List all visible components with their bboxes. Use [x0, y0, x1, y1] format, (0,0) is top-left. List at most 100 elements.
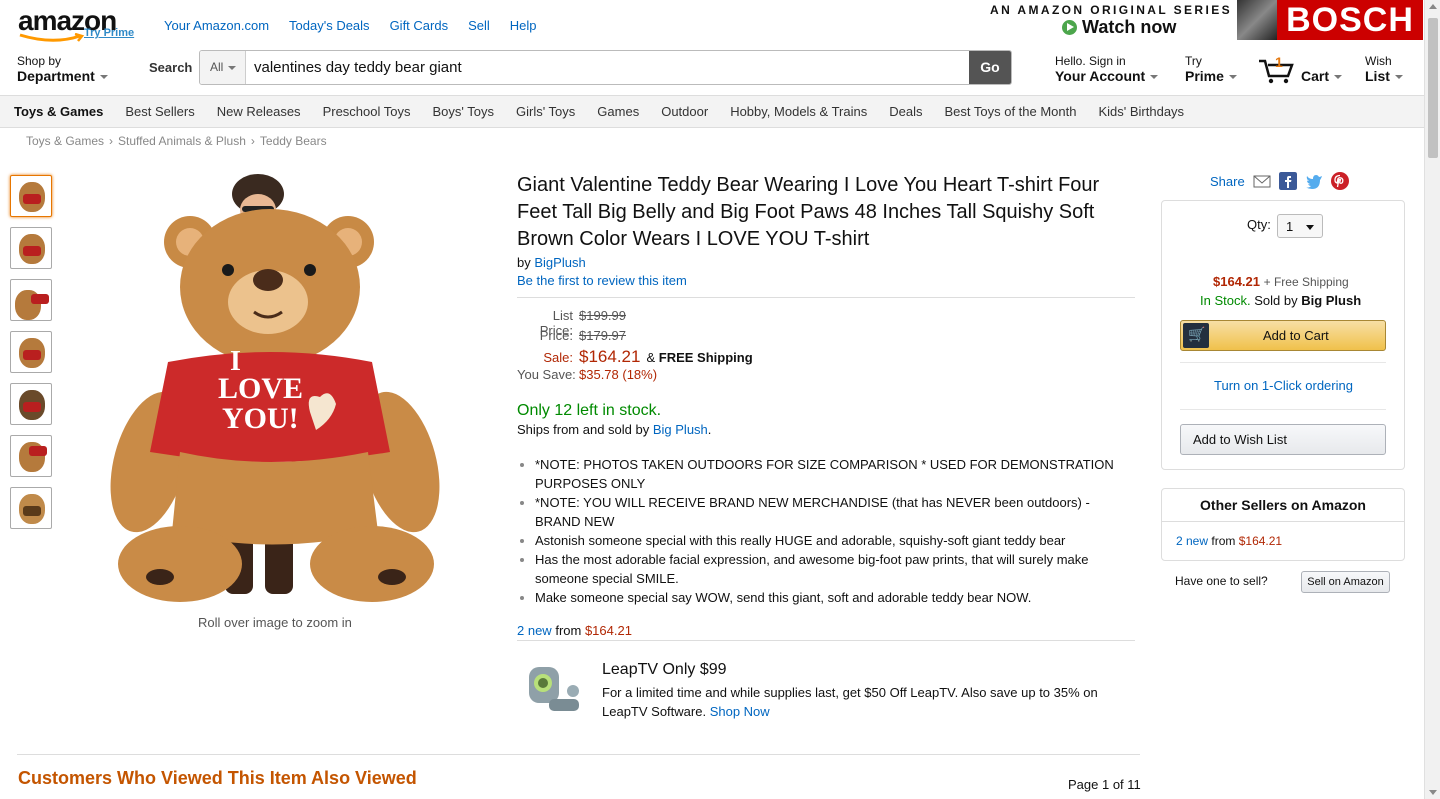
one-click-link[interactable]: Turn on 1-Click ordering [1214, 378, 1353, 393]
thumbnail[interactable] [10, 383, 52, 425]
by-label: by [517, 255, 531, 270]
quantity-select[interactable]: 1 [1277, 214, 1323, 238]
shop-now-link[interactable]: Shop Now [710, 704, 770, 719]
cart-icon [1183, 323, 1209, 348]
search-category-dropdown[interactable]: All [200, 51, 246, 84]
sell-link[interactable]: Sell [468, 18, 490, 33]
share-label[interactable]: Share [1210, 174, 1245, 189]
todays-deals-link[interactable]: Today's Deals [289, 18, 370, 33]
divider [17, 754, 1140, 755]
wish-small: Wish [1365, 54, 1392, 68]
buybox-shipping: + Free Shipping [1263, 275, 1349, 289]
buybox-stock: In Stock. Sold by Big Plush [1200, 293, 1361, 308]
cart-label-wrap: Cart [1301, 68, 1343, 84]
scroll-down-icon[interactable] [1429, 790, 1437, 795]
cat-outdoor[interactable]: Outdoor [661, 104, 708, 119]
chevron-down-icon [1306, 225, 1314, 230]
image-thumbnails [10, 175, 52, 539]
cat-boys-toys[interactable]: Boys' Toys [432, 104, 494, 119]
price-row: Price: $179.97 [517, 328, 1137, 348]
cat-games[interactable]: Games [597, 104, 639, 119]
wish-bold: List [1365, 68, 1390, 84]
leaptv-promo: LeapTV Only $99 For a limited time and w… [517, 640, 1135, 740]
seller-link[interactable]: Big Plush [653, 422, 708, 437]
thumbnail[interactable] [10, 175, 52, 217]
add-to-cart-button[interactable]: Add to Cart [1180, 320, 1386, 351]
top-links: Your Amazon.com Today's Deals Gift Cards… [164, 18, 537, 33]
category-bar: Toys & Games Best Sellers New Releases P… [0, 96, 1424, 128]
new-offers-link[interactable]: 2 new [517, 623, 552, 638]
thumbnail[interactable] [10, 331, 52, 373]
new-from-price: $164.21 [584, 623, 632, 638]
leaptv-image[interactable] [525, 661, 585, 723]
other-sellers-link[interactable]: 2 new [1176, 534, 1208, 548]
search-go-button[interactable]: Go [969, 51, 1011, 84]
chevron-down-icon [99, 75, 108, 80]
pinterest-icon[interactable] [1330, 172, 1349, 190]
gift-cards-link[interactable]: Gift Cards [390, 18, 449, 33]
email-icon[interactable] [1253, 172, 1271, 190]
leaptv-desc-text: For a limited time and while supplies la… [602, 685, 1098, 719]
divider [517, 297, 1135, 298]
product-title: Giant Valentine Teddy Bear Wearing I Lov… [517, 174, 1100, 250]
price-label: Price: [539, 327, 573, 343]
bosch-promo-banner[interactable]: AN AMAZON ORIGINAL SERIES Watch now BOSC… [982, 0, 1423, 40]
cat-hobby[interactable]: Hobby, Models & Trains [730, 104, 867, 119]
thumbnail[interactable] [10, 487, 52, 529]
list-price: $199.99 [579, 308, 626, 323]
account-menu[interactable]: Hello. Sign in Your Account [1055, 54, 1159, 84]
scroll-thumb[interactable] [1428, 18, 1438, 158]
search-label: Search [149, 60, 193, 75]
sale-row: Sale: $164.21 & FREE Shipping [517, 347, 1137, 367]
review-link[interactable]: Be the first to review this item [517, 273, 1137, 288]
facebook-icon[interactable] [1278, 172, 1297, 190]
search-bar: All Go [199, 50, 1012, 85]
breadcrumb-item[interactable]: Teddy Bears [260, 134, 327, 148]
cat-deals[interactable]: Deals [889, 104, 922, 119]
sell-on-amazon-button[interactable]: Sell on Amazon [1301, 571, 1390, 593]
feature-bullet: Astonish someone special with this reall… [535, 531, 1135, 550]
ships-post: . [707, 422, 712, 437]
your-amazon-link[interactable]: Your Amazon.com [164, 18, 269, 33]
cat-toys-games[interactable]: Toys & Games [14, 104, 103, 119]
promo-brand: BOSCH [1277, 0, 1423, 40]
sale-label: Sale: [543, 350, 573, 365]
cat-kids-birthdays[interactable]: Kids' Birthdays [1098, 104, 1184, 119]
feature-bullet: *NOTE: PHOTOS TAKEN OUTDOORS FOR SIZE CO… [535, 455, 1135, 493]
cat-preschool-toys[interactable]: Preschool Toys [323, 104, 411, 119]
shop-by-department[interactable]: Shop by Department [17, 54, 108, 84]
cat-girls-toys[interactable]: Girls' Toys [516, 104, 575, 119]
thumbnail[interactable] [10, 227, 52, 269]
vertical-scrollbar[interactable] [1424, 0, 1440, 799]
cat-best-sellers[interactable]: Best Sellers [125, 104, 194, 119]
breadcrumb-item[interactable]: Toys & Games [26, 134, 104, 148]
twitter-icon[interactable] [1305, 172, 1323, 190]
cart-count: 1 [1275, 54, 1283, 70]
help-link[interactable]: Help [510, 18, 537, 33]
buybox-seller: Big Plush [1301, 293, 1362, 308]
add-to-wish-list-button[interactable]: Add to Wish List [1180, 424, 1386, 455]
promo-portrait [1237, 0, 1277, 40]
save-label: You Save: [517, 366, 576, 382]
thumbnail[interactable] [10, 279, 52, 321]
quantity-label: Qty: [1247, 217, 1271, 232]
feature-bullet: *NOTE: YOU WILL RECEIVE BRAND NEW MERCHA… [535, 493, 1135, 531]
save-amount: $35.78 (18%) [579, 366, 658, 382]
product-image[interactable]: I LOVE YOU! [110, 172, 440, 607]
cart-button[interactable]: 1 Cart [1258, 52, 1348, 88]
chevron-down-icon [228, 65, 237, 70]
leaptv-description: For a limited time and while supplies la… [602, 683, 1122, 721]
other-sellers-offer: 2 new from $164.21 [1176, 534, 1282, 548]
try-prime-link[interactable]: Try Prime [84, 27, 134, 39]
search-input[interactable] [254, 51, 964, 84]
prime-menu[interactable]: Try Prime [1185, 54, 1237, 84]
cat-new-releases[interactable]: New Releases [217, 104, 301, 119]
brand-link[interactable]: BigPlush [534, 255, 585, 270]
sale-price: $164.21 [579, 347, 641, 366]
leaptv-title: LeapTV Only $99 [602, 661, 727, 678]
thumbnail[interactable] [10, 435, 52, 477]
breadcrumb-item[interactable]: Stuffed Animals & Plush [118, 134, 246, 148]
scroll-up-icon[interactable] [1429, 4, 1437, 9]
wish-list-menu[interactable]: Wish List [1365, 54, 1403, 84]
cat-best-toys-month[interactable]: Best Toys of the Month [944, 104, 1076, 119]
